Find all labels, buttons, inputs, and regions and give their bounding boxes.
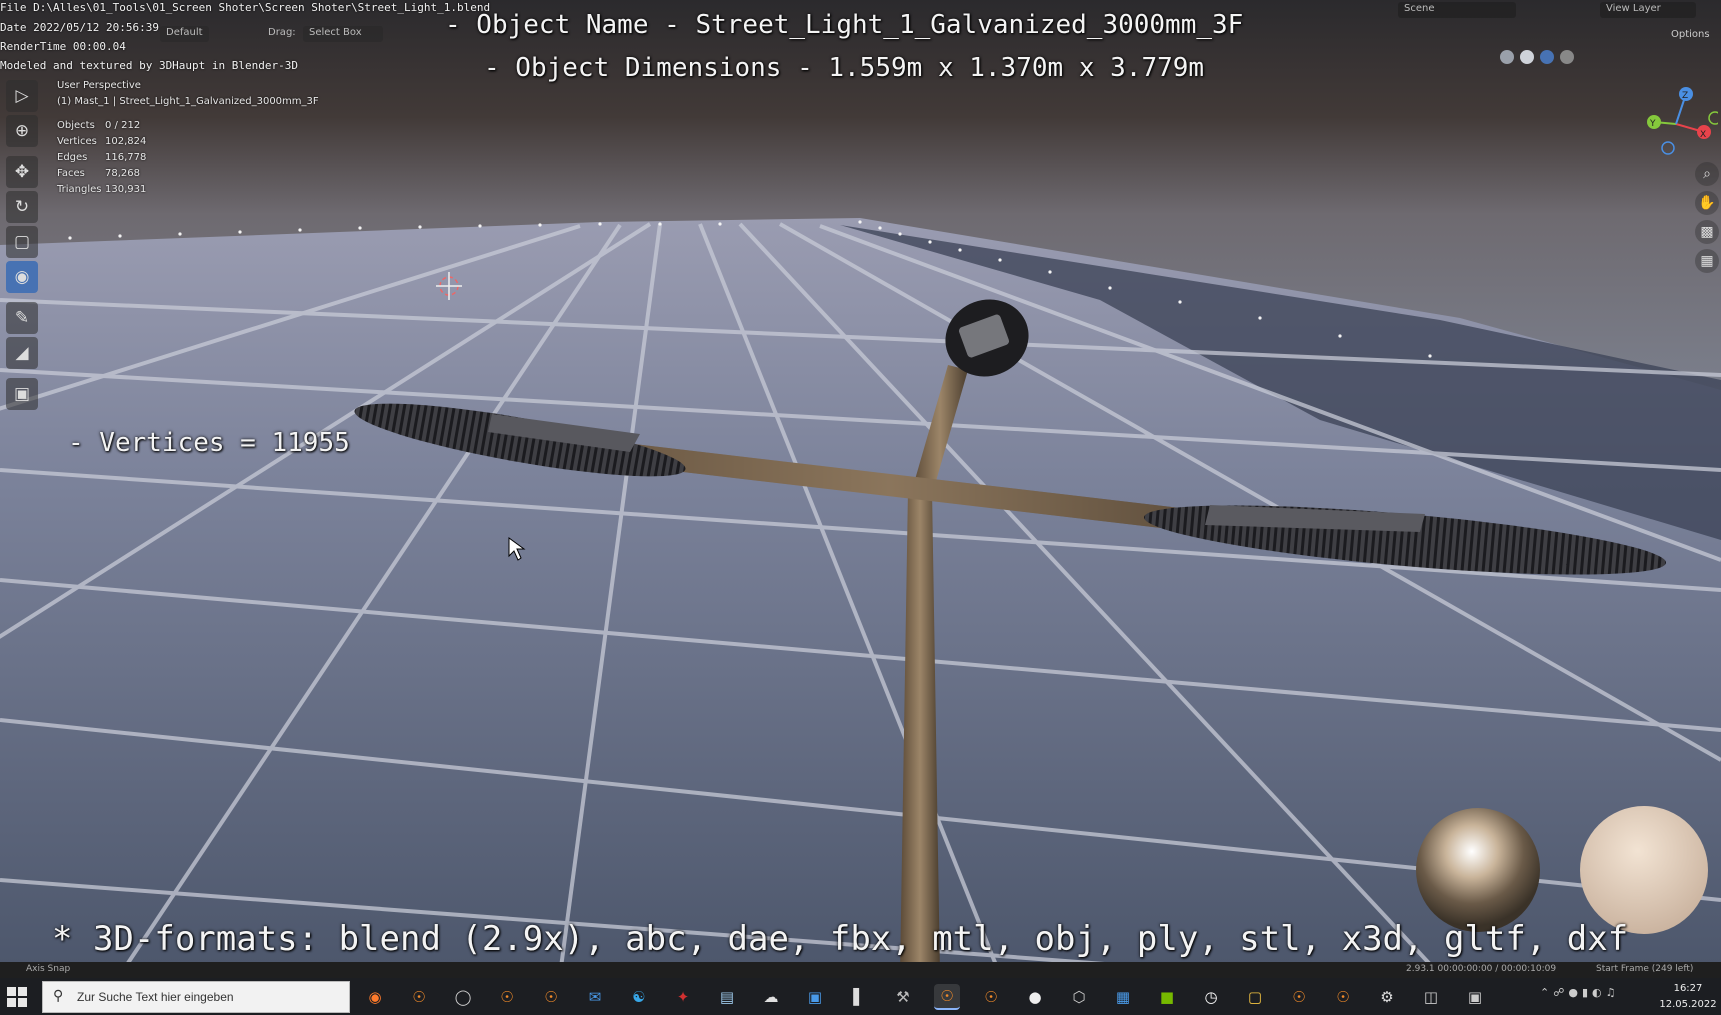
viewport-stats: User Perspective (1) Mast_1 | Street_Lig… — [57, 80, 319, 200]
selection-label: (1) Mast_1 | Street_Light_1_Galvanized_3… — [57, 96, 319, 107]
axis-snap-label: Axis Snap — [26, 964, 71, 974]
gizmo-y-label: Y — [1649, 119, 1656, 129]
scene-selector[interactable]: Scene — [1398, 2, 1516, 18]
blender-icon[interactable]: ☉ — [1330, 984, 1356, 1010]
windows-start-icon[interactable] — [6, 986, 28, 1008]
blender-icon[interactable]: ☉ — [1286, 984, 1312, 1010]
gizmo-z-label: Z — [1682, 91, 1688, 101]
system-tray: ⌃ ☍ ● ▮ ◐ ♫ — [1540, 986, 1616, 1008]
stat-row: Objects 0 / 212 — [57, 120, 141, 131]
box-icon[interactable]: ⬡ — [1066, 984, 1092, 1010]
paint-icon[interactable]: ☁ — [758, 984, 784, 1010]
zoom-icon[interactable]: ⌕ — [1695, 162, 1719, 186]
viewport-shading-buttons — [1500, 50, 1574, 64]
stat-row: Faces 78,268 — [57, 168, 140, 179]
start-frame-label: Start Frame (249 left) — [1596, 964, 1694, 974]
blender-icon[interactable]: ☉ — [406, 984, 432, 1010]
scale-icon[interactable]: ▢ — [6, 226, 38, 258]
rendered-shading-icon[interactable] — [1560, 50, 1574, 64]
select-box-icon[interactable]: ▷ — [6, 80, 38, 112]
folder-icon[interactable]: ▢ — [1242, 984, 1268, 1010]
windows-taskbar: ⚲ Zur Suche Text hier eingeben ◉ ☉ ◯ ☉ ☉… — [0, 978, 1721, 1015]
annotate-icon[interactable]: ✎ — [6, 302, 38, 334]
material-shading-icon[interactable] — [1540, 50, 1554, 64]
search-icon: ⚲ — [53, 988, 64, 1004]
clock-date: 12.05.2022 — [1659, 999, 1717, 1010]
firefox-icon[interactable]: ◉ — [362, 984, 388, 1010]
tool-shelf: ▷ ⊕ ✥ ↻ ▢ ◉ ✎ ◢ ▣ — [6, 80, 38, 413]
search-placeholder: Zur Suche Text hier eingeben — [77, 990, 234, 1004]
stat-row: Triangles 130,931 — [57, 184, 147, 195]
camera-view-icon[interactable]: ▩ — [1695, 220, 1719, 244]
stat-row: Edges 116,778 — [57, 152, 147, 163]
move-icon[interactable]: ✥ — [6, 156, 38, 188]
clock-icon[interactable]: ◷ — [1198, 984, 1224, 1010]
perspective-toggle-icon[interactable]: ▦ — [1695, 249, 1719, 273]
taskbar-search-input[interactable]: ⚲ Zur Suche Text hier eingeben — [42, 981, 350, 1013]
version-label: 2.93.1 00:00:00:00 / 00:00:10:09 — [1406, 964, 1557, 974]
terminal-icon[interactable]: ▌ — [846, 984, 872, 1010]
orientation-dropdown[interactable]: Default — [160, 26, 209, 42]
calendar-icon[interactable]: ▦ — [1110, 984, 1136, 1010]
view-layer-selector[interactable]: View Layer — [1600, 2, 1696, 18]
store-icon[interactable]: ▣ — [802, 984, 828, 1010]
files-icon[interactable]: ▤ — [714, 984, 740, 1010]
pan-hand-icon[interactable]: ✋ — [1695, 191, 1719, 215]
edge-icon[interactable]: ☯ — [626, 984, 652, 1010]
mail-icon[interactable]: ✉ — [582, 984, 608, 1010]
measure-icon[interactable]: ◢ — [6, 337, 38, 369]
blender-icon[interactable]: ☉ — [494, 984, 520, 1010]
vertices-overlay: - Vertices = 11955 — [68, 428, 350, 458]
blender-icon[interactable]: ☉ — [978, 984, 1004, 1010]
status-bar: Axis Snap 2.93.1 00:00:00:00 / 00:00:10:… — [0, 962, 1721, 978]
navigation-gizmo[interactable]: X Y Z — [1640, 84, 1718, 162]
stat-row: Vertices 102,824 — [57, 136, 147, 147]
tool-icon[interactable]: ⚒ — [890, 984, 916, 1010]
obs-icon[interactable]: ◯ — [450, 984, 476, 1010]
wireframe-shading-icon[interactable] — [1500, 50, 1514, 64]
chevron-up-icon[interactable]: ⌃ — [1540, 986, 1549, 1008]
transform-icon[interactable]: ◉ — [6, 261, 38, 293]
battery-icon[interactable]: ▮ — [1582, 986, 1588, 1008]
solid-shading-icon[interactable] — [1520, 50, 1534, 64]
drag-label: Drag: — [268, 27, 296, 38]
gizmo-x-label: X — [1700, 130, 1706, 140]
game-icon[interactable]: ✦ — [670, 984, 696, 1010]
volume-icon[interactable]: ♫ — [1606, 986, 1616, 1008]
blender-icon[interactable]: ☉ — [538, 984, 564, 1010]
options-button[interactable]: Options — [1665, 28, 1716, 44]
cursor-icon[interactable]: ⊕ — [6, 115, 38, 147]
nvidia-icon[interactable]: ■ — [1154, 984, 1180, 1010]
perspective-label: User Perspective — [57, 80, 141, 91]
wifi-icon[interactable]: ◐ — [1592, 986, 1602, 1008]
window-icon[interactable]: ▣ — [1462, 984, 1488, 1010]
settings-icon[interactable]: ⚙ — [1374, 984, 1400, 1010]
blender-icon[interactable]: ☉ — [934, 984, 960, 1010]
network-icon[interactable]: ◫ — [1418, 984, 1444, 1010]
panda-icon[interactable]: ● — [1022, 984, 1048, 1010]
security-icon[interactable]: ● — [1568, 986, 1578, 1008]
taskbar-clock[interactable]: 16:27 12.05.2022 — [1658, 981, 1718, 1013]
clock-time: 16:27 — [1673, 983, 1703, 994]
formats-overlay: * 3D-formats: blend (2.9x), abc, dae, fb… — [52, 919, 1629, 959]
usb-icon[interactable]: ☍ — [1553, 986, 1564, 1008]
add-cube-icon[interactable]: ▣ — [6, 378, 38, 410]
rotate-icon[interactable]: ↻ — [6, 191, 38, 223]
drag-dropdown[interactable]: Select Box — [303, 26, 383, 42]
